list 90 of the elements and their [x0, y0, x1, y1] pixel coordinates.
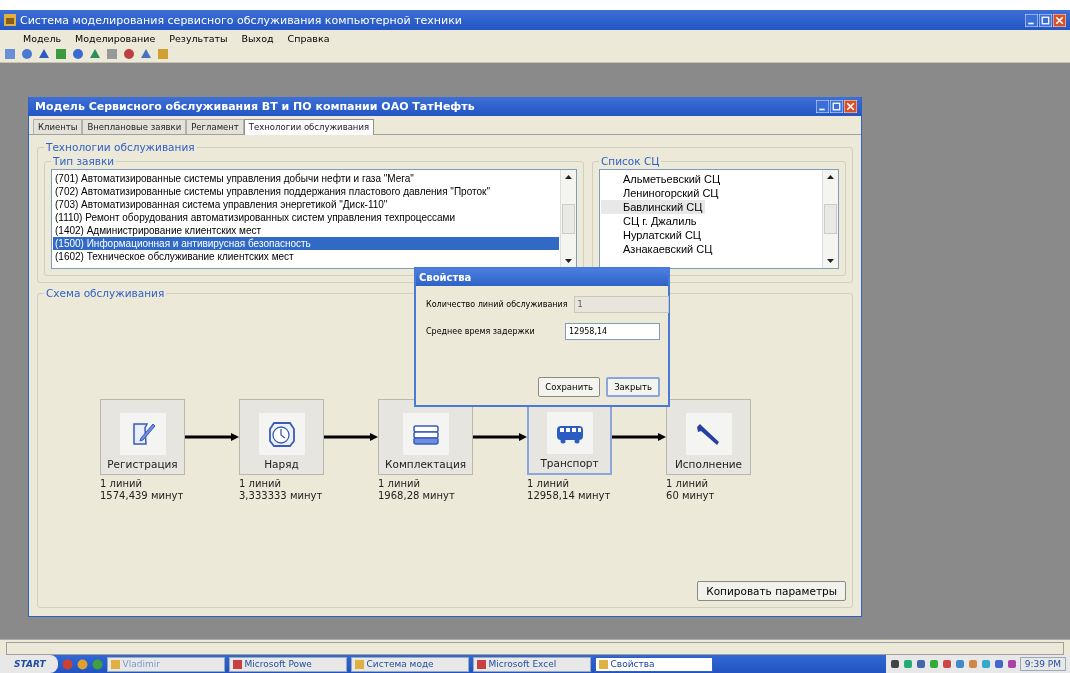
arrow	[185, 432, 239, 442]
window-icon	[476, 659, 486, 669]
process-node[interactable]: Наряд	[239, 399, 324, 475]
dialog-title: Свойства	[416, 269, 668, 286]
list-item[interactable]: (703) Автоматизированная система управления энергетикой "Диск-110"	[53, 198, 559, 211]
field-label: Среднее время задержки	[426, 327, 535, 336]
toolbar-icon[interactable]	[4, 48, 16, 60]
toolbar-icon[interactable]	[55, 48, 67, 60]
process-node[interactable]: Исполнение	[666, 399, 752, 475]
node-lines: 1 линий	[378, 478, 421, 490]
tree-item[interactable]: Бавлинский СЦ	[601, 200, 706, 214]
start-button[interactable]: START	[0, 655, 58, 673]
node-lines: 1 линий	[527, 478, 570, 490]
taskbar-button[interactable]: Microsoft Excel	[472, 656, 591, 672]
node-lines: 1 линий	[666, 478, 709, 490]
window-icon	[354, 659, 364, 669]
tray-icon[interactable]	[941, 659, 952, 669]
tree-item[interactable]: Альметьевский СЦ	[601, 173, 723, 185]
toolbar-icon[interactable]	[140, 48, 152, 60]
arrow	[612, 432, 667, 442]
toolbar-icon[interactable]	[72, 48, 84, 60]
taskbar-button[interactable]: Microsoft Powe	[228, 656, 347, 672]
window-icon	[232, 659, 242, 669]
arrow	[324, 432, 378, 442]
app-title: Система моделирования сервисного обслуживания компьютерной техники	[20, 13, 463, 27]
tab[interactable]: Технологии обслуживания	[243, 119, 375, 135]
toolbar-icon[interactable]	[21, 48, 33, 60]
group-title: Список СЦ	[600, 155, 661, 167]
window-title: Модель Сервисного обслуживания ВТ и ПО компании ОАО ТатНефть	[35, 100, 476, 113]
process-node[interactable]: Регистрация	[100, 399, 185, 475]
tree-item[interactable]: Азнакаевский СЦ	[601, 243, 715, 255]
minimize-icon[interactable]	[1025, 13, 1038, 27]
close-icon[interactable]	[844, 100, 857, 113]
copy-parameters-button[interactable]: Копировать параметры	[697, 581, 846, 601]
close-icon[interactable]	[1053, 13, 1066, 27]
list-item[interactable]: (1602) Техническое обслуживание клиентских мест	[53, 250, 559, 263]
menu-item[interactable]: Результаты	[162, 32, 235, 44]
tree-item[interactable]: Нурлатский СЦ	[601, 229, 703, 241]
scroll-thumb[interactable]	[562, 204, 575, 234]
tray-icon[interactable]	[915, 659, 926, 669]
menu-item[interactable]: Моделирование	[68, 32, 163, 44]
arrow	[473, 432, 528, 442]
clock: 9:39 PM	[1019, 657, 1066, 671]
taskbar-button[interactable]: Свойства	[594, 656, 713, 672]
menu-item[interactable]: Справка	[280, 32, 337, 44]
group-title: Схема обслуживания	[45, 287, 166, 299]
field-label: Количество линий обслуживания	[426, 300, 568, 309]
tab[interactable]: Внеплановые заявки	[82, 119, 187, 134]
tab[interactable]: Клиенты	[33, 119, 83, 134]
app-icon	[4, 14, 16, 26]
menu-item[interactable]: Выход	[234, 32, 281, 44]
dialog-button[interactable]: Сохранить	[538, 377, 601, 397]
node-lines: 1 линий	[100, 478, 143, 490]
node-time: 60 минут	[666, 490, 716, 502]
window-icon	[598, 659, 608, 669]
toolbar-icon[interactable]	[123, 48, 135, 60]
scroll-thumb[interactable]	[824, 204, 837, 234]
tree-item[interactable]: Лениногорский СЦ	[601, 187, 721, 199]
node-lines: 1 линий	[239, 478, 282, 490]
node-time: 12958,14 минут	[527, 490, 612, 502]
node-time: 1968,28 минут	[378, 490, 456, 502]
node-time: 1574,439 минут	[100, 490, 185, 502]
group-title: Тип заявки	[52, 155, 116, 167]
list-item[interactable]: (1110) Ремонт оборудования автоматизированных систем управления техпроцессами	[53, 211, 559, 224]
dialog-button[interactable]: Закрыть	[606, 377, 660, 397]
list-item[interactable]: (701) Автоматизированные системы управления добычи нефти и газа "Мега"	[53, 172, 559, 185]
toolbar-icon[interactable]	[89, 48, 101, 60]
tray-icon[interactable]	[993, 659, 1004, 669]
toolbar-icon[interactable]	[106, 48, 118, 60]
list-item[interactable]: (1402) Администрирование клиентских мест	[53, 224, 559, 237]
maximize-icon[interactable]	[830, 100, 843, 113]
tray-icon[interactable]	[1006, 659, 1017, 669]
quick-launch-icon[interactable]	[76, 658, 88, 670]
process-node[interactable]: Комплектация	[378, 399, 474, 475]
menu-item[interactable]: Модель	[16, 32, 69, 44]
input-field[interactable]: 12958,14	[565, 323, 660, 340]
node-time: 3,333333 минут	[239, 490, 324, 502]
tree-item[interactable]: СЦ г. Джалиль	[601, 215, 699, 227]
request-type-list[interactable]	[51, 169, 577, 269]
service-center-tree[interactable]: Альметьевский СЦ Лениногорский СЦ Бавлинский СЦ СЦ г. Джалиль Нурлатский СЦ Азнакаевский СЦ	[599, 169, 839, 269]
taskbar-button[interactable]: Система моде	[350, 656, 469, 672]
list-item[interactable]: (1500) Информационная и антивирусная безопасность	[53, 237, 559, 250]
minimize-icon[interactable]	[816, 100, 829, 113]
tab[interactable]: Регламент	[186, 119, 244, 134]
toolbar-icon[interactable]	[38, 48, 50, 60]
list-item[interactable]: (702) Автоматизированные системы управления поддержания пластового давления "Проток"	[53, 185, 559, 198]
group-title: Технологии обслуживания	[45, 141, 196, 153]
tray-icon[interactable]	[889, 659, 900, 669]
window-icon	[110, 659, 120, 669]
maximize-icon[interactable]	[1039, 13, 1052, 27]
